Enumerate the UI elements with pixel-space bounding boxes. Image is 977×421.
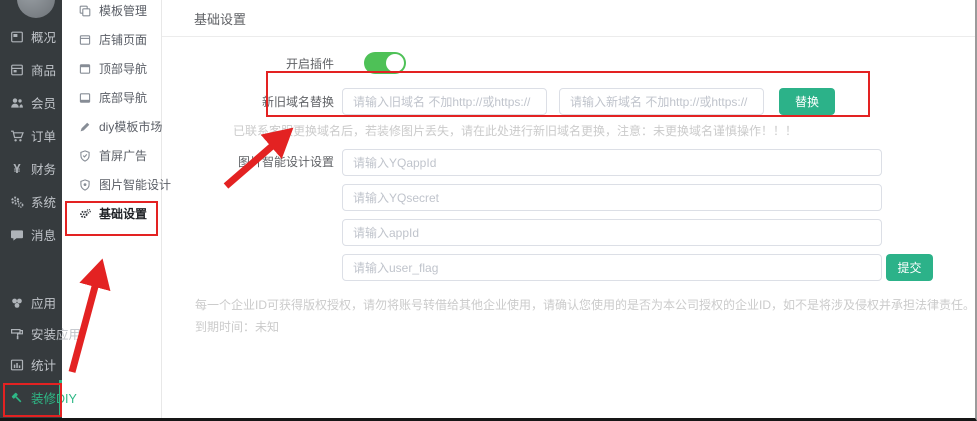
- submenu-item-template-manage[interactable]: 模板管理: [62, 0, 161, 25]
- diy-icon: [10, 391, 24, 405]
- user-flag-input[interactable]: [342, 254, 882, 281]
- goods-icon: [10, 63, 24, 77]
- image-design-section: 图片智能设计设置 提交: [162, 149, 975, 289]
- app-icon: [10, 296, 24, 310]
- sidebar-item-messages[interactable]: 消息: [0, 218, 62, 251]
- yqappid-input[interactable]: [342, 149, 882, 176]
- submenu-item-label: 底部导航: [99, 89, 147, 106]
- basic-settings-icon: [79, 208, 91, 220]
- license-note-text: 每一个企业ID可获得版权授权，请勿将账号转借给其他企业使用，请确认您使用的是否为…: [195, 297, 975, 314]
- replace-button[interactable]: 替换: [779, 88, 835, 115]
- first-screen-ad-icon: [79, 150, 91, 162]
- sidebar-item-label: 系统: [31, 192, 56, 211]
- message-icon: [10, 228, 24, 242]
- sidebar-item-label: 订单: [31, 126, 56, 145]
- new-domain-input[interactable]: [559, 88, 764, 115]
- main-panel: 基础设置 开启插件 新旧域名替换 替换 已联系客服更换域名后，若装修图片丢失，请…: [162, 0, 975, 418]
- sidebar-item-label: 安装应用: [31, 324, 81, 343]
- sidebar-item-apps[interactable]: 应用: [0, 287, 62, 318]
- finance-icon: ¥: [10, 162, 24, 176]
- submenu-item-label: 顶部导航: [99, 60, 147, 77]
- primary-sidebar: 概况 商品 会员 订单 ¥ 财务 系统: [0, 0, 62, 421]
- domain-replace-note: 已联系客服更换域名后，若装修图片丢失，请在此处进行新旧域名更换，注意：未更换域名…: [233, 122, 975, 139]
- submenu-item-label: 基础设置: [99, 205, 147, 222]
- license-note: 每一个企业ID可获得版权授权，请勿将账号转借给其他企业使用，请确认您使用的是否为…: [195, 297, 975, 336]
- order-icon: [10, 129, 24, 143]
- toggle-knob: [386, 54, 404, 72]
- sidebar-item-install-apps[interactable]: 安装应用: [0, 318, 62, 349]
- domain-replace-label: 新旧域名替换: [162, 93, 342, 110]
- submenu-item-label: 模板管理: [99, 2, 147, 19]
- sidebar-item-goods[interactable]: 商品: [0, 53, 62, 86]
- image-design-label: 图片智能设计设置: [162, 149, 342, 176]
- sidebar-item-overview[interactable]: 概况: [0, 20, 62, 53]
- plugin-toggle-label: 开启插件: [162, 55, 342, 72]
- sidebar-item-label: 会员: [31, 93, 56, 112]
- system-icon: [10, 195, 24, 209]
- page-title: 基础设置: [162, 0, 975, 28]
- sidebar-item-members[interactable]: 会员: [0, 86, 62, 119]
- bottom-nav-icon: [79, 92, 91, 104]
- sidebar-item-label: 消息: [31, 225, 56, 244]
- sidebar-item-finance[interactable]: ¥ 财务: [0, 152, 62, 185]
- plugin-toggle-row: 开启插件: [162, 49, 975, 77]
- shop-page-icon: [79, 34, 91, 46]
- submenu-item-diy-market[interactable]: diy模板市场: [62, 112, 161, 141]
- submenu-item-label: 图片智能设计: [99, 176, 171, 193]
- sidebar-item-label: 装修DIY: [31, 388, 77, 407]
- sidebar-item-system[interactable]: 系统: [0, 185, 62, 218]
- sidebar-item-label: 统计: [31, 355, 56, 374]
- submenu-item-first-screen-ad[interactable]: 首屏广告: [62, 141, 161, 170]
- appid-input[interactable]: [342, 219, 882, 246]
- overview-icon: [10, 30, 24, 44]
- submenu-item-top-nav[interactable]: 顶部导航: [62, 54, 161, 83]
- expire-time-text: 到期时间：未知: [195, 319, 975, 336]
- diy-market-icon: [79, 121, 91, 133]
- yqsecret-input[interactable]: [342, 184, 882, 211]
- sidebar-item-orders[interactable]: 订单: [0, 119, 62, 152]
- member-icon: [10, 96, 24, 110]
- submit-button[interactable]: 提交: [886, 254, 933, 281]
- submenu-item-label: 店铺页面: [99, 31, 147, 48]
- template-manage-icon: [79, 5, 91, 17]
- sidebar-item-statistics[interactable]: 统计: [0, 349, 62, 380]
- submenu-item-image-ai-design[interactable]: 图片智能设计: [62, 170, 161, 199]
- old-domain-input[interactable]: [342, 88, 547, 115]
- sidebar-item-label: 应用: [31, 293, 56, 312]
- stats-icon: [10, 358, 24, 372]
- sidebar-item-diy[interactable]: 装修DIY: [0, 380, 62, 415]
- top-nav-icon: [79, 63, 91, 75]
- sidebar-item-label: 商品: [31, 60, 56, 79]
- sidebar-item-label: 概况: [31, 27, 56, 46]
- avatar[interactable]: [17, 0, 55, 18]
- submenu-item-bottom-nav[interactable]: 底部导航: [62, 83, 161, 112]
- plugin-toggle-switch[interactable]: [364, 52, 406, 74]
- submenu-item-basic-settings[interactable]: 基础设置: [62, 199, 161, 228]
- divider: [162, 36, 975, 37]
- image-ai-design-icon: [79, 179, 91, 191]
- submenu-item-label: diy模板市场: [99, 118, 162, 135]
- submenu-item-label: 首屏广告: [99, 147, 147, 164]
- domain-replace-row: 新旧域名替换 替换: [162, 88, 975, 115]
- submenu-item-shop-page[interactable]: 店铺页面: [62, 25, 161, 54]
- install-app-icon: [10, 327, 24, 341]
- sidebar-item-label: 财务: [31, 159, 56, 178]
- secondary-sidebar: 模板管理 店铺页面 顶部导航 底部导航 diy模板市场: [62, 0, 162, 421]
